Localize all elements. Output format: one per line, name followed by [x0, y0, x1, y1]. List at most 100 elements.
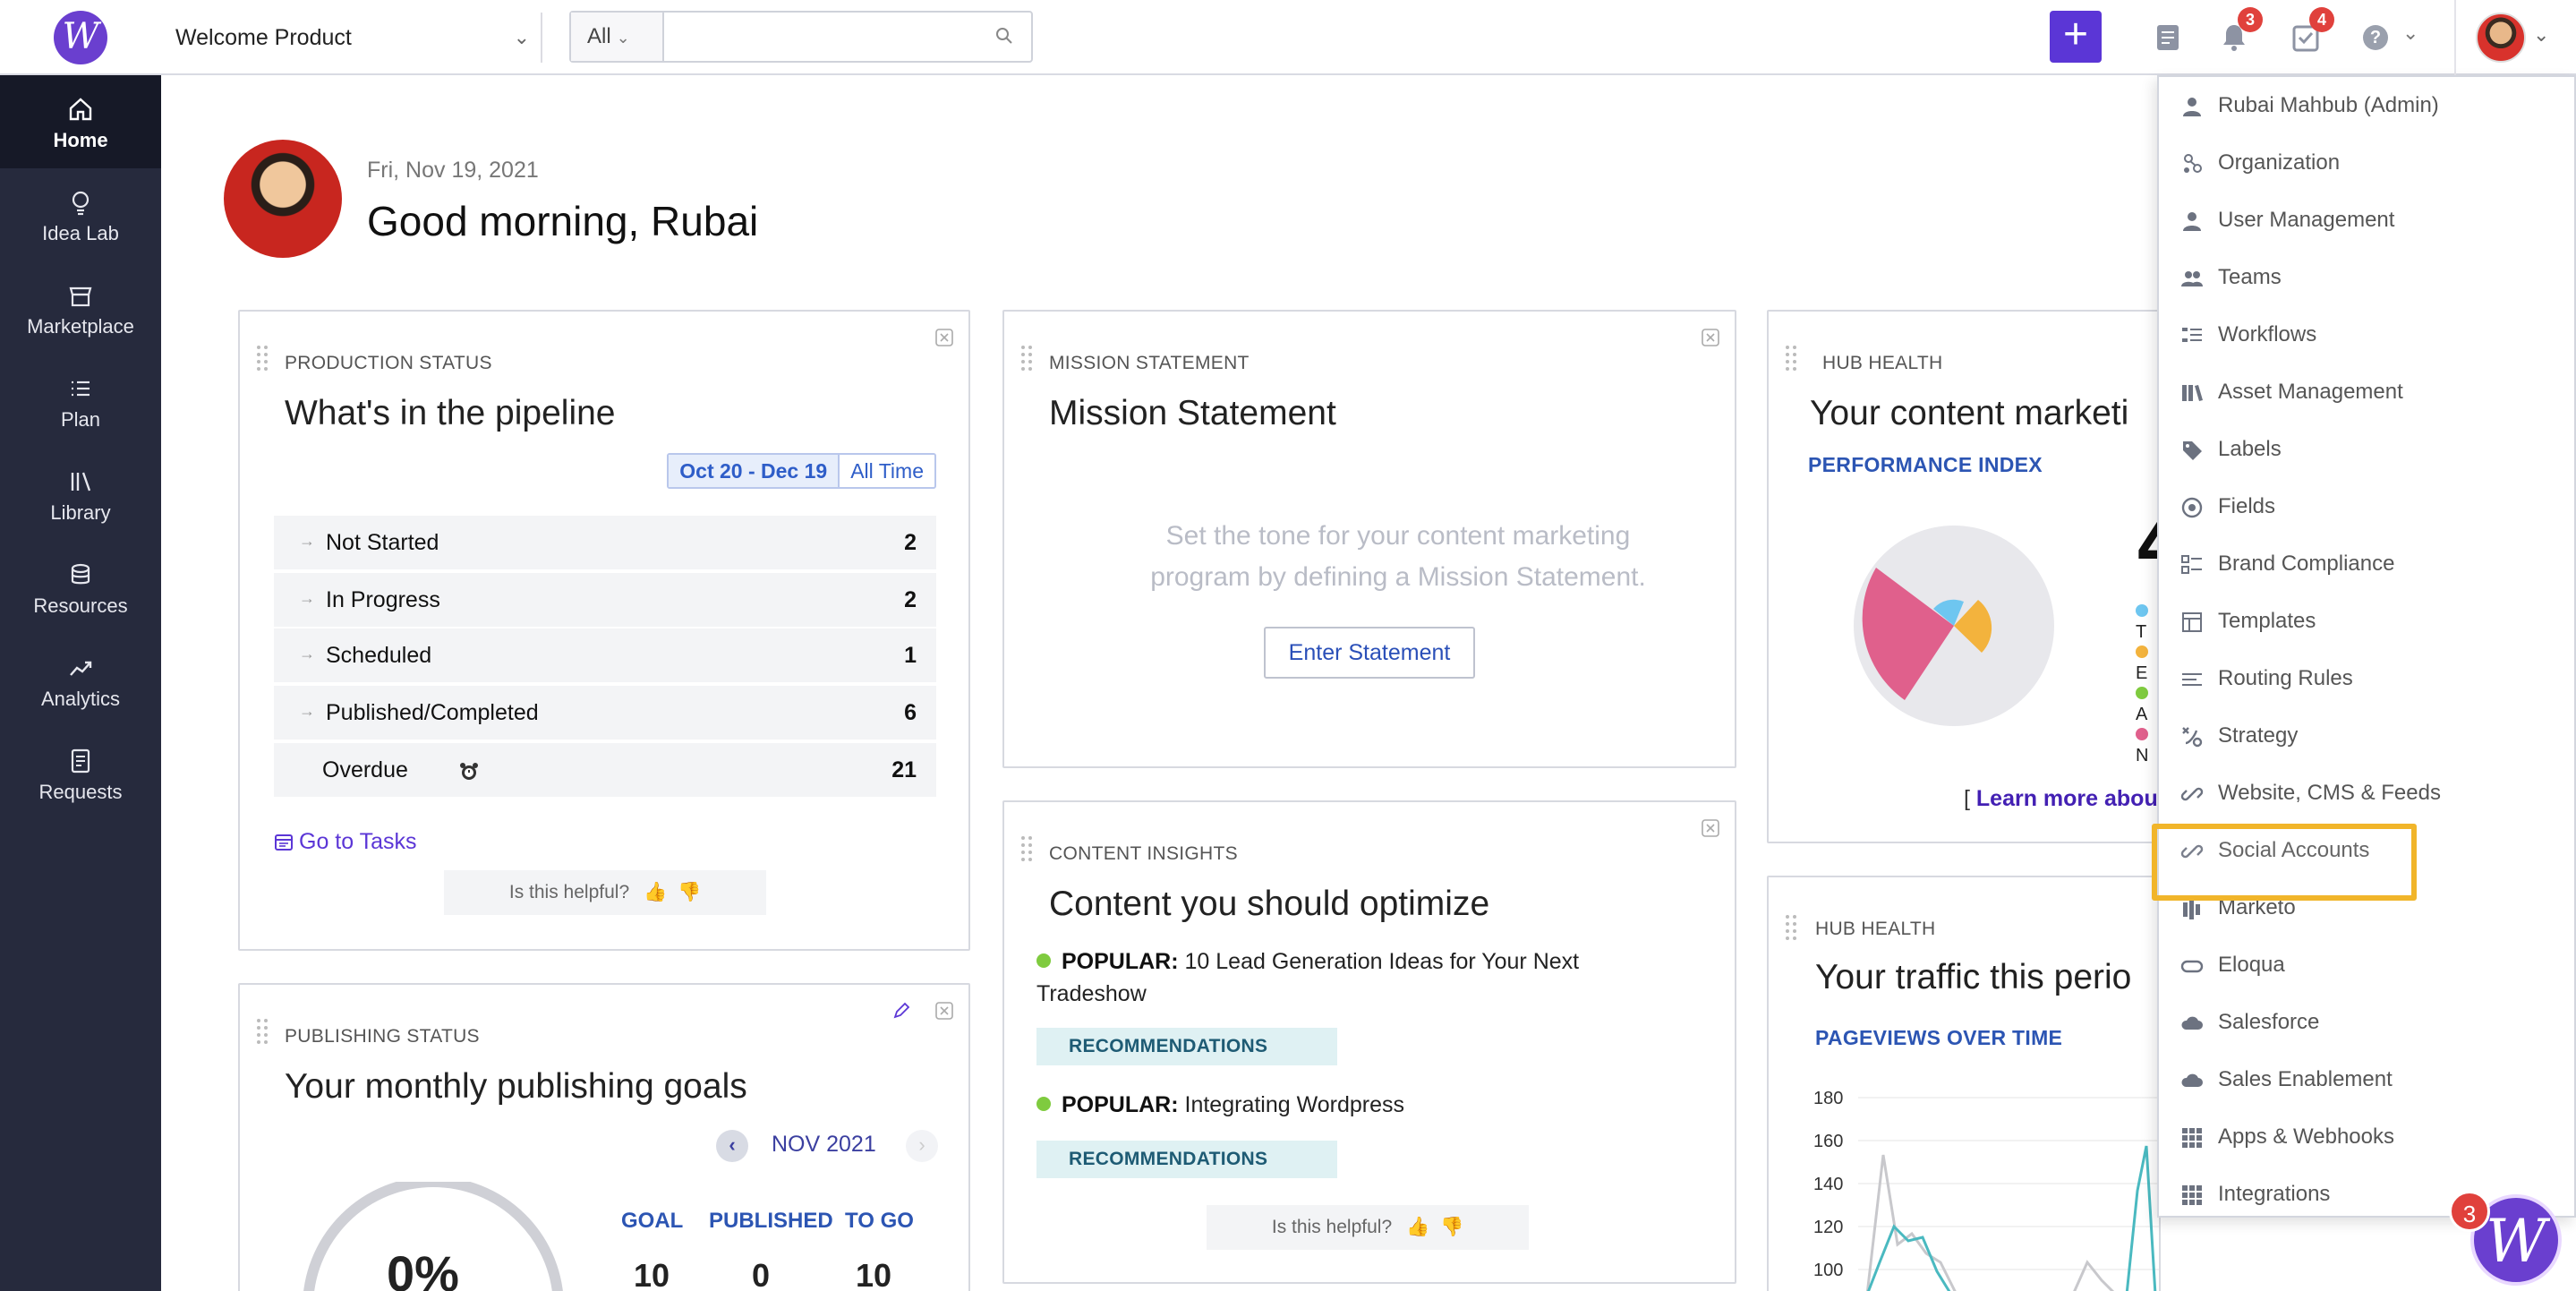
menu-item-templates[interactable]: Templates — [2159, 593, 2574, 650]
menu-item-label: Routing Rules — [2218, 666, 2353, 690]
sidebar-item-requests[interactable]: Requests — [0, 727, 161, 820]
menu-item-label: User Management — [2218, 208, 2395, 232]
close-icon[interactable] — [1701, 818, 1720, 838]
pipeline-row[interactable]: → Scheduled 1 — [274, 628, 936, 682]
database-icon — [71, 563, 90, 585]
sidebar-item-plan[interactable]: Plan — [0, 355, 161, 448]
user-avatar[interactable] — [2476, 13, 2526, 63]
menu-item-website-cms-feeds[interactable]: Website, CMS & Feeds — [2159, 765, 2574, 822]
app-logo[interactable]: W — [54, 11, 107, 64]
insight-item[interactable]: POPULAR: 10 Lead Generation Ideas for Yo… — [1036, 945, 1735, 1010]
thumbs-up-icon[interactable]: 👍 — [1406, 1217, 1429, 1237]
card-title: Your traffic this perio — [1815, 958, 2132, 996]
chevron-down-icon[interactable]: ⌄ — [2402, 21, 2418, 45]
menu-item-eloqua[interactable]: Eloqua — [2159, 936, 2574, 994]
strategy-icon — [2182, 727, 2203, 748]
legend-dot — [2136, 728, 2148, 740]
menu-item-teams[interactable]: Teams — [2159, 249, 2574, 306]
menu-item-routing-rules[interactable]: Routing Rules — [2159, 650, 2574, 707]
month-label: NOV 2021 — [772, 1132, 876, 1157]
books-icon — [2182, 385, 2203, 401]
helpful-label: Is this helpful? — [508, 882, 630, 902]
go-to-tasks-link[interactable]: Go to Tasks — [274, 829, 417, 855]
drag-handle-icon[interactable] — [256, 344, 269, 371]
drag-handle-icon[interactable] — [1785, 913, 1797, 940]
pipeline-row[interactable]: → Published/Completed 6 — [274, 686, 936, 740]
pipeline-row[interactable]: Overdue 21 — [274, 743, 936, 797]
routing-icon — [2182, 673, 2202, 686]
thumbs-down-icon[interactable]: 👎 — [1440, 1217, 1463, 1237]
create-button[interactable]: + — [2050, 11, 2102, 63]
document-icon — [71, 748, 90, 774]
menu-item-fields[interactable]: Fields — [2159, 478, 2574, 535]
menu-item-organization[interactable]: Organization — [2159, 134, 2574, 192]
menu-item-profile[interactable]: Rubai Mahbub (Admin) — [2159, 77, 2574, 134]
help-icon[interactable]: ? — [2363, 25, 2388, 50]
menu-item-workflows[interactable]: Workflows — [2159, 306, 2574, 363]
search-input[interactable] — [666, 14, 988, 59]
grid-icon — [2182, 1128, 2202, 1148]
chevron-down-icon[interactable]: ⌄ — [2533, 23, 2549, 47]
status-dot — [1036, 1097, 1051, 1111]
menu-item-user-management[interactable]: User Management — [2159, 192, 2574, 249]
sidebar-item-marketplace[interactable]: Marketplace — [0, 261, 161, 355]
search-scope-dropdown[interactable]: All ⌄ — [571, 13, 664, 61]
cloud-icon — [2181, 1016, 2203, 1030]
notes-icon[interactable] — [2150, 20, 2186, 56]
prev-month-button[interactable]: ‹ — [716, 1130, 748, 1162]
mission-placeholder: Set the tone for your content marketing … — [1058, 516, 1738, 598]
sidebar-item-library[interactable]: Library — [0, 448, 161, 541]
menu-item-asset-management[interactable]: Asset Management — [2159, 363, 2574, 421]
card-kicker: HUB HEALTH — [1815, 919, 1936, 939]
menu-item-brand-compliance[interactable]: Brand Compliance — [2159, 535, 2574, 593]
menu-item-strategy[interactable]: Strategy — [2159, 707, 2574, 765]
close-icon[interactable] — [1701, 328, 1720, 347]
search-icon[interactable] — [994, 25, 1015, 47]
card-title: Mission Statement — [1049, 394, 1336, 432]
tab-all-time[interactable]: All Time — [840, 455, 934, 487]
product-selector[interactable]: Welcome Product ⌄ — [175, 18, 533, 57]
sidebar-item-resources[interactable]: Resources — [0, 541, 161, 634]
drag-handle-icon[interactable] — [1020, 344, 1033, 371]
eloqua-icon — [2180, 960, 2204, 973]
menu-item-apps-webhooks[interactable]: Apps & Webhooks — [2159, 1108, 2574, 1166]
thumbs-up-icon[interactable]: 👍 — [644, 882, 667, 902]
next-month-button[interactable]: › — [906, 1130, 938, 1162]
enter-statement-button[interactable]: Enter Statement — [1264, 627, 1475, 679]
pipeline-count: 21 — [891, 757, 917, 782]
user-dropdown-menu: Rubai Mahbub (Admin) Organization User M… — [2157, 75, 2576, 1218]
drag-handle-icon[interactable] — [1020, 834, 1033, 861]
menu-item-sales-enablement[interactable]: Sales Enablement — [2159, 1051, 2574, 1108]
close-icon[interactable] — [934, 328, 954, 347]
product-name: Welcome Product — [175, 25, 352, 50]
status-dot — [1036, 953, 1051, 968]
pencil-icon[interactable] — [891, 1001, 911, 1021]
menu-item-label: Sales Enablement — [2218, 1067, 2393, 1091]
menu-item-labels[interactable]: Labels — [2159, 421, 2574, 478]
lightbulb-icon — [72, 191, 90, 216]
link-icon — [2180, 787, 2204, 801]
menu-item-label: Integrations — [2218, 1182, 2331, 1206]
tab-date-range[interactable]: Oct 20 - Dec 19 — [669, 455, 840, 487]
arrow-right-icon: → — [299, 645, 315, 663]
sidebar-item-home[interactable]: Home — [0, 75, 161, 168]
pipeline-row[interactable]: → Not Started 2 — [274, 516, 936, 569]
pipeline-row[interactable]: → In Progress 2 — [274, 573, 936, 627]
thumbs-down-icon[interactable]: 👎 — [678, 882, 701, 902]
sidebar-item-label: Library — [50, 501, 111, 524]
close-icon[interactable] — [934, 1001, 954, 1021]
sidebar-item-idea-lab[interactable]: Idea Lab — [0, 168, 161, 261]
recommendations-badge[interactable]: RECOMMENDATIONS — [1036, 1028, 1337, 1065]
drag-handle-icon[interactable] — [256, 1017, 269, 1044]
performance-pie-chart — [1854, 526, 2054, 726]
template-icon — [2182, 612, 2202, 632]
insight-item[interactable]: POPULAR: Integrating Wordpress — [1036, 1089, 1735, 1121]
sidebar-item-analytics[interactable]: Analytics — [0, 634, 161, 727]
pipeline-count: 2 — [904, 530, 917, 555]
menu-item-salesforce[interactable]: Salesforce — [2159, 994, 2574, 1051]
card-title: Your content marketi — [1810, 394, 2129, 432]
recommendations-badge[interactable]: RECOMMENDATIONS — [1036, 1141, 1337, 1178]
drag-handle-icon[interactable] — [1785, 344, 1797, 371]
menu-item-label: Strategy — [2218, 723, 2299, 748]
learn-more-link[interactable]: [ Learn more abou — [1964, 786, 2158, 812]
